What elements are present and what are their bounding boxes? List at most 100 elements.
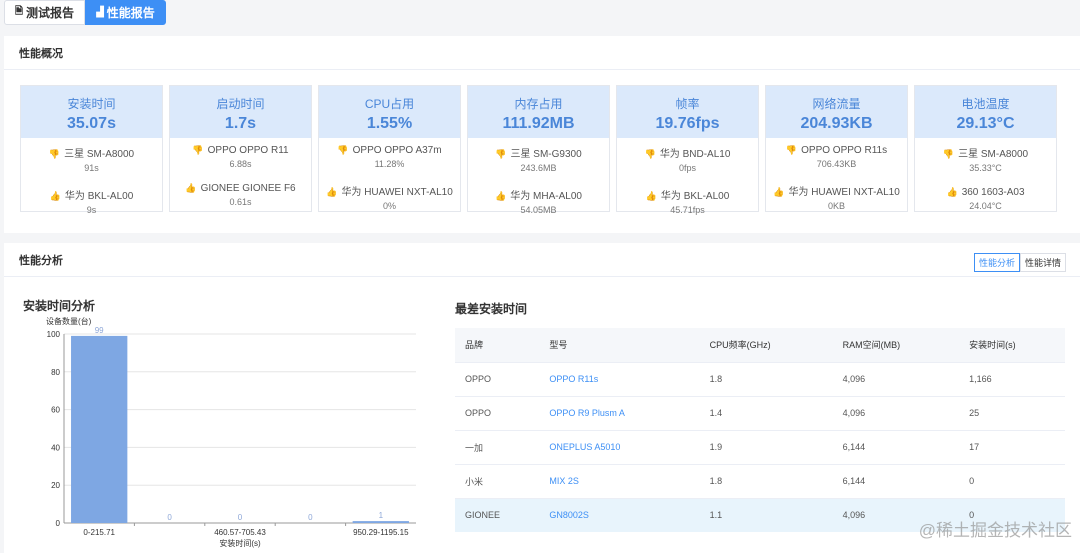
thumbs-up-icon: 👍 <box>326 187 338 197</box>
view-toggle: 性能分析 性能详情 <box>973 253 1066 272</box>
watermark: @稀土掘金技术社区 <box>918 521 1072 540</box>
best-device: 华为 MHA-AL00 <box>510 191 582 202</box>
best-value: 0.61s <box>229 197 252 207</box>
best-device: 华为 HUAWEI NXT-AL10 <box>788 187 900 198</box>
worst-value: 91s <box>84 163 99 173</box>
model-link[interactable]: OPPO R9 Plusm A <box>539 395 700 430</box>
model-link[interactable]: GN8002S <box>539 497 700 532</box>
y-tick-label: 60 <box>51 406 60 415</box>
table-row: OPPO OPPO R9 Plusm A 1.4 4,096 25 <box>455 395 1065 430</box>
metric-value: 29.13°C <box>956 115 1015 132</box>
overview-title: 性能概况 <box>4 36 1080 70</box>
bar <box>352 521 409 523</box>
table-cell: 4,096 <box>832 361 960 396</box>
bar-data-label: 0 <box>238 513 243 522</box>
bar <box>71 335 128 523</box>
table-cell: 1.1 <box>699 497 833 532</box>
worst-device: 三星 SM-A8000 <box>64 149 135 160</box>
metric-card: CPU占用 1.55% 👎 OPPO OPPO A37m 11.28% 👍 华为 HUA… <box>318 85 461 212</box>
metric-value: 204.93KB <box>800 115 873 132</box>
worst-install-table: 品牌 型号 CPU频率(GHz) RAM空间(MB) 安装时间(s) OPPO OPPO R… <box>455 328 1065 532</box>
x-tick-label: 460.57-705.43 <box>214 528 266 537</box>
thumbs-down-icon: 👎 <box>785 145 798 155</box>
bar-data-label: 1 <box>379 511 384 520</box>
metric-card: 内存占用 111.92MB 👎 三星 SM-G9300 243.6MB 👍 华为 MHA… <box>467 85 610 215</box>
column-header: CPU频率(GHz) <box>699 328 833 362</box>
worst-value: 35.33°C <box>969 163 1002 173</box>
model-link[interactable]: OPPO R11s <box>539 361 700 396</box>
table-cell: 1,166 <box>959 361 1065 396</box>
table-cell: 1.4 <box>699 395 833 430</box>
metric-value: 35.07s <box>67 115 116 132</box>
thumbs-down-icon: 👎 <box>942 149 955 159</box>
y-tick-label: 20 <box>51 481 60 490</box>
column-header: 安装时间(s) <box>959 328 1065 362</box>
table-cell: 1.8 <box>699 361 833 396</box>
best-device: 华为 BKL-AL00 <box>64 191 134 202</box>
table-cell: OPPO <box>455 395 540 430</box>
y-tick-label: 100 <box>47 330 61 339</box>
thumbs-down-icon: 👎 <box>48 149 61 159</box>
thumbs-up-icon: 👍 <box>49 191 61 201</box>
table-cell: OPPO <box>455 361 540 396</box>
y-tick-label: 0 <box>56 519 61 528</box>
metric-value: 19.76fps <box>655 115 720 132</box>
thumbs-up-icon: 👍 <box>773 187 785 197</box>
metric-value: 111.92MB <box>502 115 575 132</box>
y-tick-label: 80 <box>51 368 60 377</box>
table-cell: 6,144 <box>832 429 960 464</box>
metric-value: 1.55% <box>366 115 413 132</box>
best-device: 华为 BKL-AL00 <box>660 191 730 202</box>
x-axis-label: 安装时间(s) <box>219 538 261 548</box>
table-title: 最差安装时间 <box>455 302 528 316</box>
bar-data-label: 0 <box>167 513 172 522</box>
thumbs-down-icon: 👎 <box>192 145 204 155</box>
thumbs-up-icon: 👍 <box>645 191 657 201</box>
bar-data-label: 99 <box>95 326 104 335</box>
best-value: 0KB <box>827 201 845 211</box>
metric-title: 电池温度 <box>961 97 1010 111</box>
report-tabs: 🗎 测试报告 ▟ 性能报告 <box>4 0 166 25</box>
metric-card: 启动时间 1.7s 👎 OPPO OPPO R11 6.88s 👍 GIONEE GIO… <box>169 85 312 212</box>
metric-card: 网络流量 204.93KB 👎 OPPO OPPO R11s 706.43KB 👍 华为… <box>765 85 908 212</box>
best-value: 0% <box>382 201 396 211</box>
bar-chart-icon: ▟ <box>96 7 104 18</box>
best-device: 华为 HUAWEI NXT-AL10 <box>341 187 453 198</box>
metric-title: CPU占用 <box>364 97 415 111</box>
x-tick-label: 0-215.71 <box>83 528 115 537</box>
best-value: 9s <box>86 205 97 215</box>
best-value: 24.04°C <box>969 201 1002 211</box>
metric-cards: 安装时间 35.07s 👎 三星 SM-A8000 91s 👍 华为 BKL-AL00 9… <box>20 85 1057 215</box>
model-link[interactable]: MIX 2S <box>539 463 700 498</box>
metric-title: 安装时间 <box>67 97 116 111</box>
bar-data-label: 0 <box>308 513 313 522</box>
metric-card: 电池温度 29.13°C 👎 三星 SM-A8000 35.33°C 👍 360 160… <box>914 85 1057 212</box>
metric-title: 内存占用 <box>514 97 563 111</box>
model-link[interactable]: ONEPLUS A5010 <box>539 429 700 464</box>
metric-card: 帧率 19.76fps 👎 华为 BND-AL10 0fps 👍 华为 BKL-AL00… <box>616 85 759 215</box>
best-device: GIONEE GIONEE F6 <box>200 183 296 194</box>
column-header: 品牌 <box>455 328 540 362</box>
toggle-analysis[interactable]: 性能分析 <box>973 253 1020 272</box>
worst-device: OPPO OPPO R11 <box>207 145 289 156</box>
tab-performance-report[interactable]: ▟ 性能报告 <box>85 0 166 25</box>
best-value: 54.05MB <box>520 205 557 215</box>
toggle-details[interactable]: 性能详情 <box>1019 253 1066 272</box>
table-cell: 4,096 <box>832 395 960 430</box>
thumbs-down-icon: 👎 <box>644 149 656 159</box>
thumbs-up-icon: 👍 <box>495 191 507 201</box>
table-row: 一加 ONEPLUS A5010 1.9 6,144 17 <box>455 429 1065 464</box>
tab-test-report[interactable]: 🗎 测试报告 <box>4 0 86 25</box>
metric-card: 安装时间 35.07s 👎 三星 SM-A8000 91s 👍 华为 BKL-AL00 9… <box>20 85 163 215</box>
table-row: OPPO OPPO R11s 1.8 4,096 1,166 <box>455 361 1065 396</box>
worst-device: OPPO OPPO A37m <box>352 145 442 156</box>
table-cell: 17 <box>959 429 1065 464</box>
overview-panel: 性能概况 安装时间 35.07s 👎 三星 SM-A8000 91s 👍 华为 BKL-… <box>4 36 1080 233</box>
install-time-chart: 设备数量(台) 0 20 40 60 80 100 99 0-215.71 0 0 460.57-70… <box>46 316 416 548</box>
document-icon: 🗎 <box>15 6 24 17</box>
analysis-panel: 性能分析 性能分析 性能详情 安装时间分析 设备数量(台) 0 20 40 60 80 10… <box>4 243 1080 553</box>
table-cell: 1.9 <box>699 429 833 464</box>
worst-value: 243.6MB <box>520 163 557 173</box>
x-tick-label: 950.29-1195.15 <box>353 528 409 537</box>
worst-device: 三星 SM-A8000 <box>958 149 1029 160</box>
